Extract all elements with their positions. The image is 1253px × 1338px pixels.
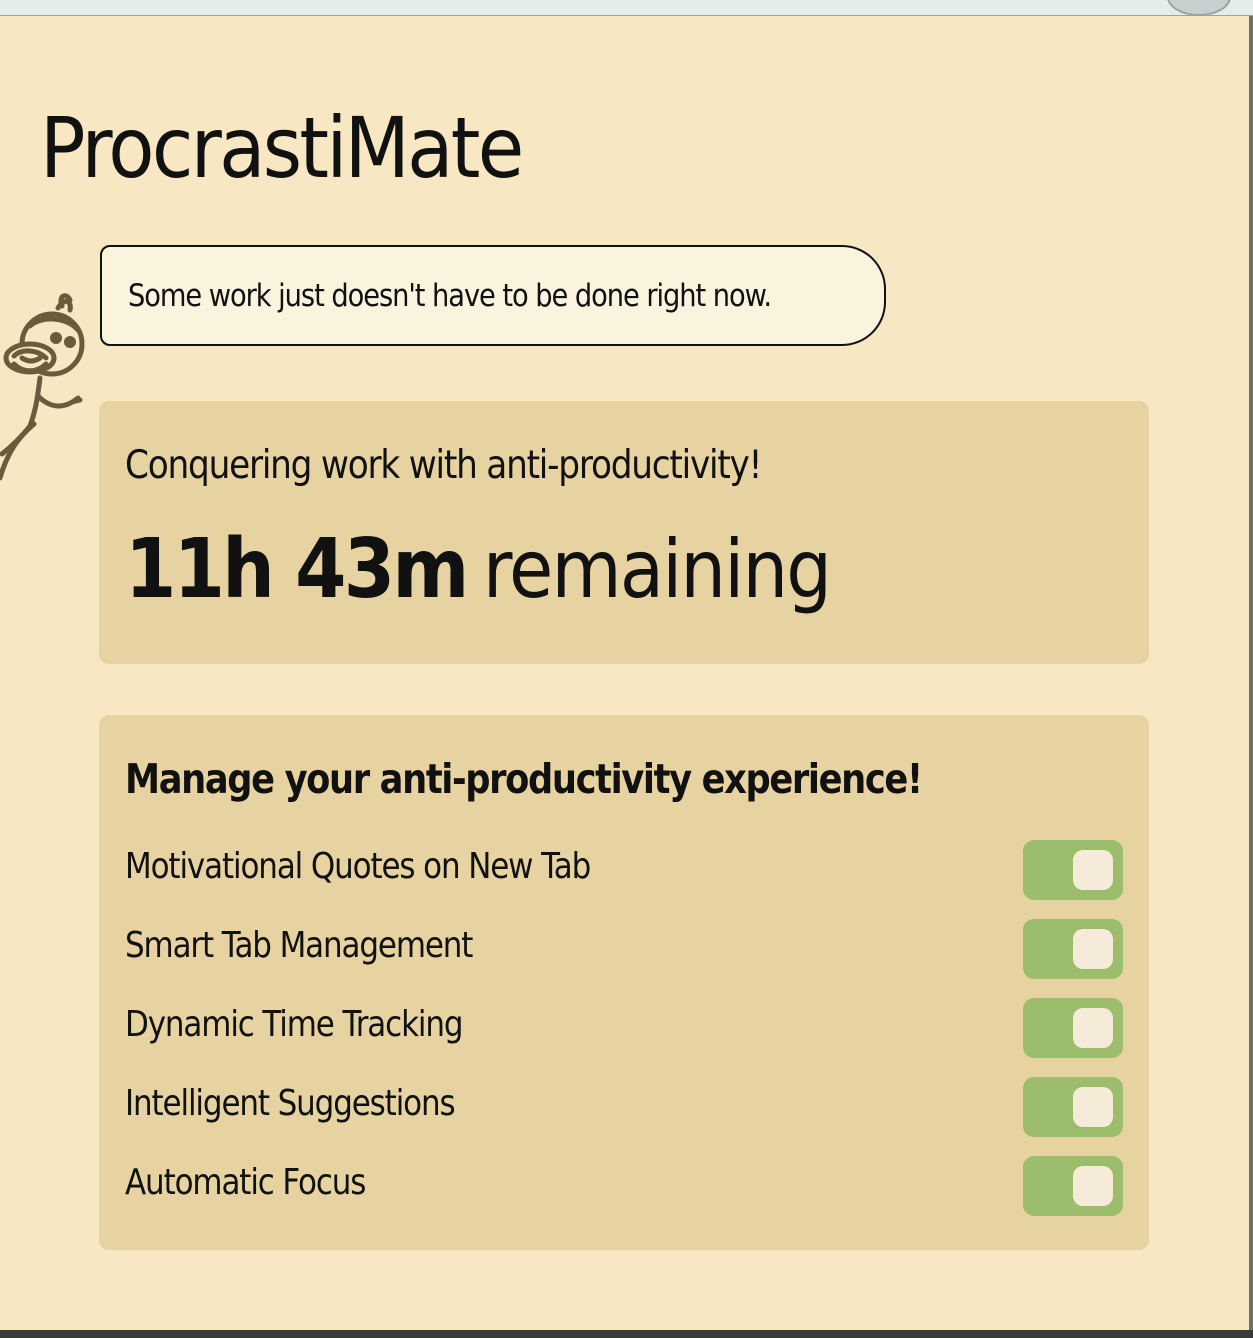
toggle-knob [1073, 1166, 1113, 1206]
browser-profile-button[interactable] [1167, 0, 1231, 16]
toggle-knob [1073, 1008, 1113, 1048]
setting-label: Motivational Quotes on New Tab [125, 846, 591, 887]
speech-bubble: Some work just doesn't have to be done r… [100, 245, 886, 346]
app-title: ProcrastiMate [40, 99, 524, 197]
countdown: 11h 43m remaining [125, 529, 832, 611]
toggle-automatic-focus[interactable] [1023, 1156, 1123, 1216]
setting-label: Automatic Focus [125, 1162, 366, 1203]
toggle-knob [1073, 1087, 1113, 1127]
time-remaining-value: 11h 43m [125, 522, 469, 617]
toggle-intelligent-suggestions[interactable] [1023, 1077, 1123, 1137]
settings-heading: Manage your anti-productivity experience… [125, 755, 923, 803]
browser-toolbar-edge [0, 0, 1253, 16]
toggle-smart-tab-management[interactable] [1023, 919, 1123, 979]
toggle-motivational-quotes[interactable] [1023, 840, 1123, 900]
setting-row-motivational-quotes: Motivational Quotes on New Tab [125, 840, 1123, 900]
monkey-doodle-icon [0, 293, 85, 481]
toggle-dynamic-time-tracking[interactable] [1023, 998, 1123, 1058]
timer-tagline: Conquering work with anti-productivity! [125, 443, 762, 488]
timer-card: Conquering work with anti-productivity! … [99, 401, 1149, 664]
setting-row-smart-tab-management: Smart Tab Management [125, 919, 1123, 979]
setting-row-automatic-focus: Automatic Focus [125, 1156, 1123, 1216]
setting-row-intelligent-suggestions: Intelligent Suggestions [125, 1077, 1123, 1137]
setting-label: Intelligent Suggestions [125, 1083, 456, 1124]
setting-row-dynamic-time-tracking: Dynamic Time Tracking [125, 998, 1123, 1058]
settings-card: Manage your anti-productivity experience… [99, 715, 1149, 1250]
taskbar-edge [0, 1330, 1253, 1338]
extension-popup: ProcrastiMate Some work just doesn't hav… [0, 16, 1253, 1330]
toggle-knob [1073, 929, 1113, 969]
setting-label: Smart Tab Management [125, 925, 473, 966]
setting-label: Dynamic Time Tracking [125, 1004, 464, 1045]
toggle-knob [1073, 850, 1113, 890]
time-remaining-suffix: remaining [482, 523, 832, 616]
speech-bubble-text: Some work just doesn't have to be done r… [128, 277, 772, 314]
